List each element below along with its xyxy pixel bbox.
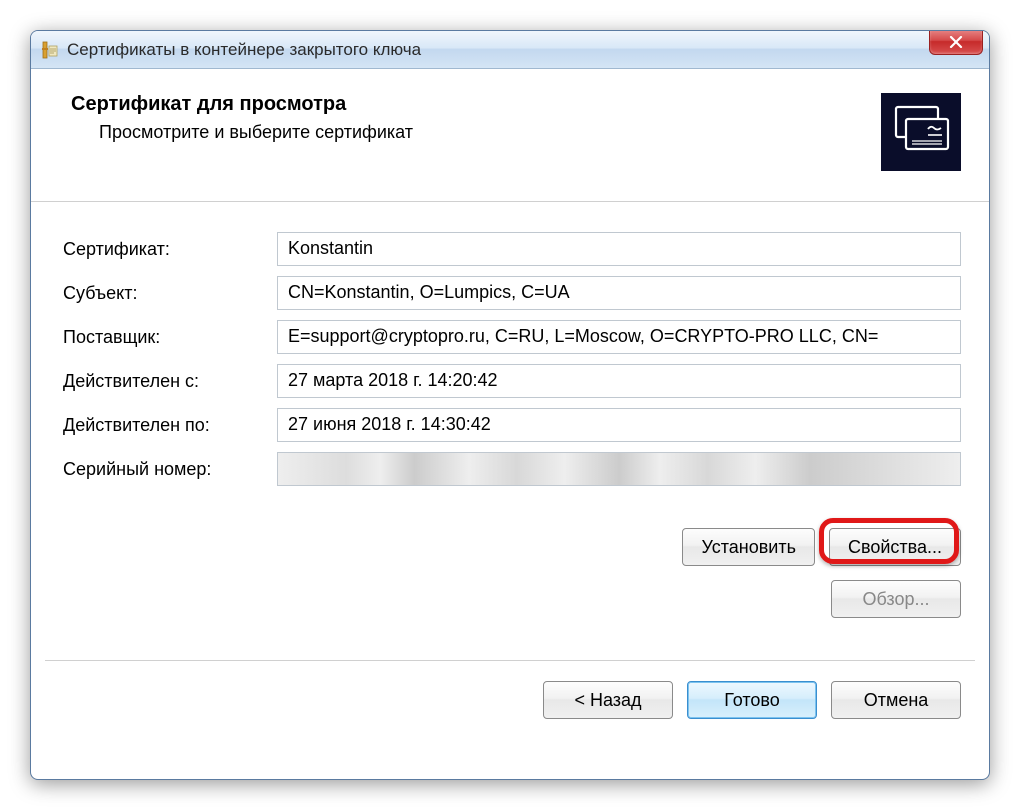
content-area: Сертификат для просмотра Просмотрите и в…: [31, 69, 989, 739]
field-subject: Субъект: CN=Konstantin, O=Lumpics, C=UA: [59, 276, 961, 310]
certificate-label: Сертификат:: [59, 239, 277, 260]
app-icon: [39, 40, 59, 60]
dialog-window: Сертификаты в контейнере закрытого ключа…: [30, 30, 990, 780]
certificate-icon: [881, 93, 961, 171]
subject-value[interactable]: CN=Konstantin, O=Lumpics, C=UA: [277, 276, 961, 310]
wizard-header-text: Сертификат для просмотра Просмотрите и в…: [71, 93, 413, 143]
field-serial: Серийный номер:: [59, 452, 961, 486]
certificate-value[interactable]: Konstantin: [277, 232, 961, 266]
properties-button[interactable]: Свойства...: [829, 528, 961, 566]
browse-row: Обзор...: [31, 566, 989, 618]
titlebar[interactable]: Сертификаты в контейнере закрытого ключа: [31, 31, 989, 69]
subject-label: Субъект:: [59, 283, 277, 304]
action-buttons-row: Установить Свойства...: [31, 506, 989, 566]
valid-to-label: Действителен по:: [59, 415, 277, 436]
issuer-value[interactable]: E=support@cryptopro.ru, C=RU, L=Moscow, …: [277, 320, 961, 354]
finish-button[interactable]: Готово: [687, 681, 817, 719]
valid-from-value[interactable]: 27 марта 2018 г. 14:20:42: [277, 364, 961, 398]
field-issuer: Поставщик: E=support@cryptopro.ru, C=RU,…: [59, 320, 961, 354]
issuer-label: Поставщик:: [59, 327, 277, 348]
close-icon: [949, 36, 963, 48]
field-valid-to: Действителен по: 27 июня 2018 г. 14:30:4…: [59, 408, 961, 442]
install-button[interactable]: Установить: [682, 528, 814, 566]
page-title: Сертификат для просмотра: [71, 93, 413, 116]
browse-button: Обзор...: [831, 580, 961, 618]
title-text: Сертификаты в контейнере закрытого ключа: [67, 40, 421, 60]
field-valid-from: Действителен с: 27 марта 2018 г. 14:20:4…: [59, 364, 961, 398]
field-certificate: Сертификат: Konstantin: [59, 232, 961, 266]
back-button[interactable]: < Назад: [543, 681, 673, 719]
cancel-button[interactable]: Отмена: [831, 681, 961, 719]
valid-from-label: Действителен с:: [59, 371, 277, 392]
serial-value[interactable]: [277, 452, 961, 486]
page-subtitle: Просмотрите и выберите сертификат: [71, 122, 413, 143]
footer-buttons: < Назад Готово Отмена: [31, 661, 989, 739]
fields-section: Сертификат: Konstantin Субъект: CN=Konst…: [31, 202, 989, 506]
serial-label: Серийный номер:: [59, 459, 277, 480]
wizard-header: Сертификат для просмотра Просмотрите и в…: [31, 69, 989, 202]
valid-to-value[interactable]: 27 июня 2018 г. 14:30:42: [277, 408, 961, 442]
close-button[interactable]: [929, 30, 983, 55]
